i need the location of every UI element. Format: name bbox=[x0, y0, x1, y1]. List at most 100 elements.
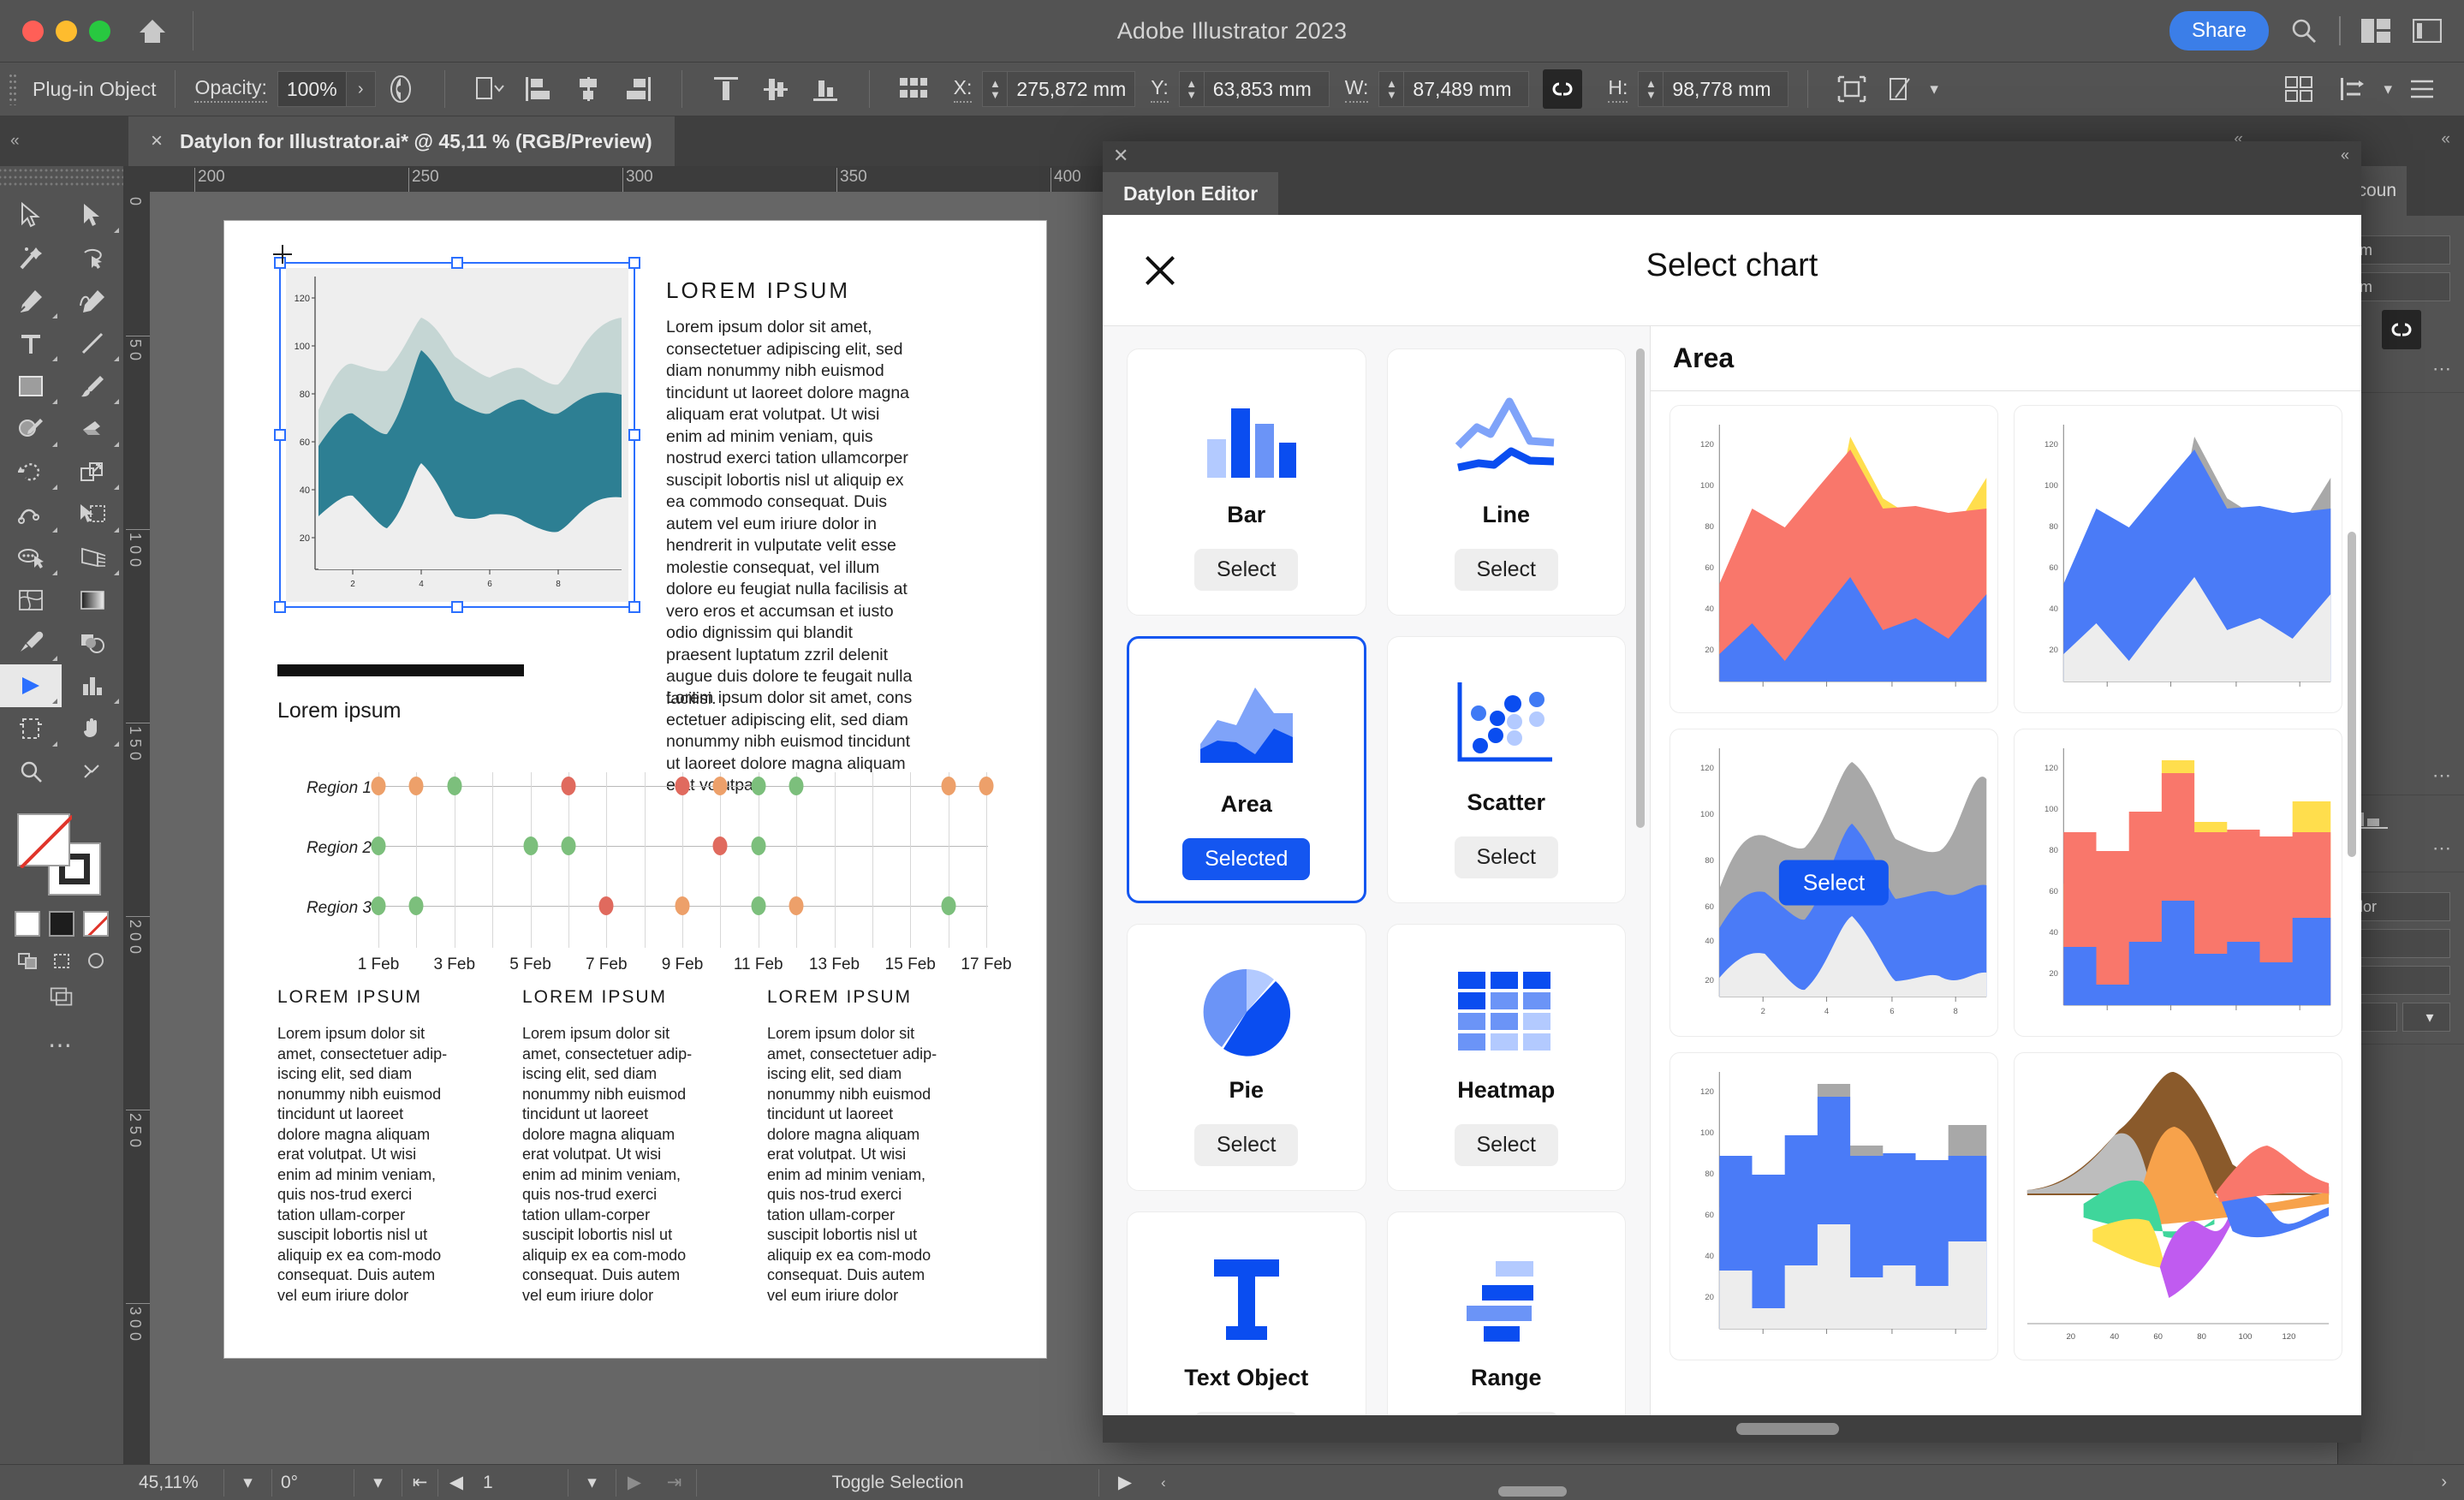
layout-icon[interactable] bbox=[2360, 15, 2392, 47]
resize-handle[interactable] bbox=[628, 601, 640, 613]
color-dropdown-icon[interactable]: ▾ bbox=[2402, 1003, 2450, 1032]
last-artboard-icon[interactable]: ⇥ bbox=[652, 1468, 697, 1497]
selection-mode-icon[interactable] bbox=[2338, 74, 2369, 104]
color-field-2[interactable] bbox=[2352, 929, 2450, 958]
opacity-mask-icon[interactable] bbox=[385, 74, 416, 104]
opacity-input[interactable]: 100% bbox=[277, 71, 347, 107]
resize-handle[interactable] bbox=[451, 601, 463, 613]
scrollbar-thumb[interactable] bbox=[1736, 1423, 1839, 1435]
first-artboard-icon[interactable]: ⇤ bbox=[402, 1468, 438, 1497]
transform-value-field[interactable]: m bbox=[2352, 235, 2450, 265]
column-graph-tool[interactable] bbox=[62, 664, 123, 707]
transform-value-field-2[interactable]: m bbox=[2352, 272, 2450, 301]
type-tool[interactable] bbox=[0, 322, 62, 365]
vertical-ruler[interactable]: 0 5 0 1 0 0 1 5 0 2 0 0 2 5 0 3 0 0 bbox=[124, 192, 150, 1464]
resize-handle[interactable] bbox=[628, 257, 640, 269]
x-input[interactable]: 275,872 mm bbox=[1008, 71, 1136, 107]
resize-handle[interactable] bbox=[274, 601, 286, 613]
chart-type-card-scatter[interactable]: Scatter Select bbox=[1386, 636, 1626, 903]
distribute-icon[interactable] bbox=[898, 74, 929, 104]
hamburger-menu-icon[interactable] bbox=[2407, 74, 2437, 104]
chart-type-scrollbar[interactable] bbox=[1636, 348, 1645, 828]
fill-stroke-swatches[interactable] bbox=[17, 813, 106, 896]
gallery-thumb-stacked-area-color[interactable]: 120 100 80 60 40 20 bbox=[1669, 405, 1998, 713]
y-stepper[interactable]: ▲ ▼ bbox=[1178, 71, 1205, 107]
y-input[interactable]: 63,853 mm bbox=[1204, 71, 1330, 107]
free-transform-tool[interactable] bbox=[62, 493, 123, 536]
chart-type-card-text-object[interactable]: Text Object Select bbox=[1127, 1211, 1366, 1415]
search-icon[interactable] bbox=[2288, 15, 2320, 47]
lasso-tool[interactable] bbox=[62, 236, 123, 279]
chart-type-card-heatmap[interactable]: Heatmap Select bbox=[1386, 924, 1626, 1191]
hand-tool[interactable] bbox=[62, 707, 123, 750]
color-swatch-button[interactable] bbox=[15, 911, 40, 937]
gallery-thumb-stepped-area-gray[interactable]: 120 100 80 60 40 20 bbox=[1669, 1052, 1998, 1360]
artboard[interactable]: 120 100 80 60 40 20 2 4 6 8 LOREM IPSUM … bbox=[223, 220, 1047, 1359]
scale-tool[interactable] bbox=[62, 450, 123, 493]
opacity-chevron-icon[interactable]: › bbox=[346, 71, 376, 107]
h-stepper[interactable]: ▲ ▼ bbox=[1638, 71, 1664, 107]
rotation-value[interactable]: 0° bbox=[272, 1468, 354, 1497]
document-tab[interactable]: × Datylon for Illustrator.ai* @ 45,11 % … bbox=[128, 116, 675, 166]
chart-gallery-column[interactable]: Area 120 100 80 60 40 20 120 100 80 60 4… bbox=[1651, 326, 2361, 1415]
x-stepper[interactable]: ▲ ▼ bbox=[982, 71, 1009, 107]
zoom-tool[interactable] bbox=[0, 750, 62, 793]
shaper-tool[interactable] bbox=[0, 408, 62, 450]
section-more-icon-2[interactable]: ⋯ bbox=[2347, 765, 2455, 787]
w-input[interactable]: 87,489 mm bbox=[1404, 71, 1530, 107]
zoom-dropdown-icon[interactable]: ▾ bbox=[224, 1468, 272, 1497]
more-tools-icon[interactable]: ⋯ bbox=[0, 1031, 123, 1059]
chart-type-card-line[interactable]: Line Select bbox=[1386, 348, 1626, 616]
line-segment-tool[interactable] bbox=[62, 322, 123, 365]
gallery-thumb-stepped-area-color[interactable]: 120 100 80 60 40 20 bbox=[2014, 729, 2342, 1037]
curvature-tool[interactable] bbox=[62, 279, 123, 322]
gallery-select-button[interactable]: Select bbox=[1778, 860, 1890, 906]
blend-tool[interactable] bbox=[62, 622, 123, 664]
chart-type-column[interactable]: Bar Select Line Select Area Selected Sca… bbox=[1103, 326, 1651, 1415]
section-more-icon[interactable]: ⋯ bbox=[2347, 358, 2455, 380]
document-dot-plot[interactable]: Region 1 Region 2 Region 3 1 Feb 3 Feb 5 F… bbox=[277, 743, 1012, 973]
color-field-3[interactable] bbox=[2352, 966, 2450, 995]
width-tool[interactable] bbox=[0, 493, 62, 536]
chart-type-select-button[interactable]: Select bbox=[1194, 549, 1299, 591]
h-input[interactable]: 98,778 mm bbox=[1663, 71, 1789, 107]
artboard-dropdown-icon[interactable]: ▾ bbox=[568, 1468, 616, 1497]
fill-swatch[interactable] bbox=[17, 813, 70, 866]
gallery-thumb-smooth-area-gray[interactable]: 120 100 80 60 40 20 2 4 6 8 Select bbox=[1669, 729, 1998, 1037]
align-bottom-icon[interactable] bbox=[810, 74, 841, 104]
rectangle-tool[interactable] bbox=[0, 365, 62, 408]
align-top-icon[interactable] bbox=[711, 74, 741, 104]
shape-builder-tool[interactable] bbox=[0, 536, 62, 579]
direct-selection-tool[interactable] bbox=[62, 193, 123, 236]
color-label-field[interactable]: lor bbox=[2352, 892, 2450, 921]
rotation-dropdown-icon[interactable]: ▾ bbox=[354, 1468, 402, 1497]
gallery-thumb-stacked-area-gray[interactable]: 120 100 80 60 40 20 bbox=[2014, 405, 2342, 713]
resize-handle[interactable] bbox=[274, 429, 286, 441]
draw-inside-icon[interactable] bbox=[84, 949, 108, 973]
align-center-icon[interactable] bbox=[573, 74, 604, 104]
artboard-number[interactable]: 1 bbox=[474, 1468, 568, 1497]
status-right-chevron-icon[interactable]: › bbox=[2441, 1473, 2447, 1492]
eraser-tool[interactable] bbox=[62, 408, 123, 450]
gallery-thumb-streamgraph[interactable]: 20 40 60 80 100 120 bbox=[2014, 1052, 2342, 1360]
datylon-horizontal-scrollbar[interactable] bbox=[1103, 1415, 2361, 1443]
arrange-documents-icon[interactable] bbox=[2283, 74, 2314, 104]
pen-tool[interactable] bbox=[0, 279, 62, 322]
horizontal-scrollbar[interactable] bbox=[1318, 1486, 1935, 1497]
rotate-tool[interactable] bbox=[0, 450, 62, 493]
chart-type-select-button[interactable]: Select bbox=[1454, 836, 1558, 878]
chart-type-select-button[interactable]: Select bbox=[1194, 1124, 1299, 1166]
zoom-level[interactable]: 45,11% bbox=[130, 1468, 224, 1497]
tabbar-right-chevrons-2[interactable]: « bbox=[2441, 130, 2450, 149]
chart-type-card-bar[interactable]: Bar Select bbox=[1127, 348, 1366, 616]
selection-bounds-icon[interactable] bbox=[1836, 74, 1867, 104]
resize-handle[interactable] bbox=[451, 257, 463, 269]
magic-wand-tool[interactable] bbox=[0, 236, 62, 279]
datylon-window-close-icon[interactable]: ✕ bbox=[1113, 145, 1128, 167]
link-proportions-icon[interactable] bbox=[1543, 69, 1583, 109]
chart-type-select-button[interactable]: Select bbox=[1454, 549, 1558, 591]
status-collapse-icon[interactable]: ‹ bbox=[1161, 1474, 1166, 1491]
scrollbar-thumb[interactable] bbox=[1498, 1486, 1567, 1497]
properties-icon[interactable] bbox=[2411, 15, 2443, 47]
gallery-scrollbar[interactable] bbox=[2348, 532, 2356, 857]
